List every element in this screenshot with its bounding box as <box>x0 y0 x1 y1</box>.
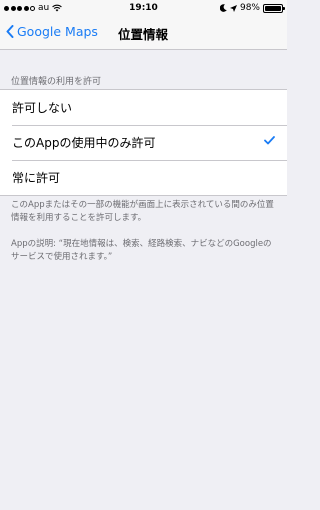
page-title: 位置情報 <box>118 27 169 42</box>
option-while-using[interactable]: このAppの使用中のみ許可 <box>0 125 287 160</box>
battery-icon <box>263 3 285 13</box>
option-label: 常に許可 <box>12 171 61 185</box>
option-always[interactable]: 常に許可 <box>0 160 287 195</box>
section-header: 位置情報の利用を許可 <box>11 77 102 87</box>
back-button[interactable]: Google Maps <box>6 24 98 39</box>
footer-note: このAppまたはその一部の機能が画面上に表示されている間のみ位置情報を利用するこ… <box>11 200 274 223</box>
chevron-left-icon <box>6 25 14 38</box>
battery-percent: 98% <box>239 3 260 13</box>
status-right: 98% <box>219 0 285 16</box>
status-bar: au 19:10 98% <box>0 0 287 16</box>
option-label: このAppの使用中のみ許可 <box>12 136 156 150</box>
moon-icon <box>219 4 227 12</box>
location-arrow-icon <box>229 4 237 12</box>
checkmark-icon <box>264 136 275 145</box>
app-description: Appの説明: “現在地情報は、検索、経路検索、ナビなどのGoogleのサービス… <box>11 239 272 262</box>
battery-fill <box>265 5 281 11</box>
option-never[interactable]: 許可しない <box>0 90 287 125</box>
option-label: 許可しない <box>12 101 73 115</box>
location-options-group: 許可しない このAppの使用中のみ許可 常に許可 <box>0 89 287 196</box>
navigation-bar: Google Maps 位置情報 <box>0 16 287 50</box>
back-button-label: Google Maps <box>17 24 98 39</box>
